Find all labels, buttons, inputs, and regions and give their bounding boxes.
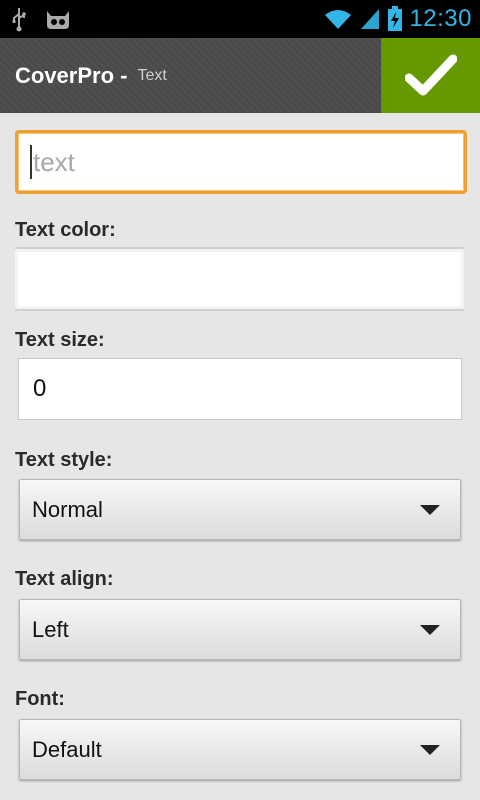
checkmark-icon bbox=[404, 54, 457, 95]
wifi-icon bbox=[325, 10, 352, 29]
confirm-button[interactable] bbox=[381, 38, 480, 113]
dropdown-arrow-icon bbox=[420, 625, 440, 635]
text-field[interactable]: text bbox=[15, 130, 467, 194]
signal-icon bbox=[361, 9, 380, 29]
screen-subtitle: Text bbox=[137, 66, 167, 84]
text-align-dropdown[interactable]: Left bbox=[19, 599, 461, 660]
usb-icon bbox=[12, 8, 26, 32]
text-cursor bbox=[30, 145, 32, 179]
text-placeholder: text bbox=[33, 146, 75, 177]
text-color-label: Text color: bbox=[15, 219, 116, 241]
dropdown-arrow-icon bbox=[420, 745, 440, 755]
dropdown-arrow-icon bbox=[420, 505, 440, 515]
text-style-dropdown[interactable]: Normal bbox=[19, 479, 461, 540]
status-bar: 12:30 bbox=[0, 0, 480, 38]
clock: 12:30 bbox=[409, 5, 472, 32]
system-icons: 12:30 bbox=[323, 4, 472, 34]
font-value: Default bbox=[32, 736, 102, 762]
text-size-label: Text size: bbox=[15, 329, 105, 351]
text-input[interactable]: text bbox=[30, 133, 450, 191]
cyanogen-icon bbox=[47, 11, 69, 29]
text-align-label: Text align: bbox=[15, 568, 114, 590]
font-dropdown[interactable]: Default bbox=[19, 719, 461, 780]
text-align-value: Left bbox=[32, 616, 69, 642]
text-color-picker[interactable] bbox=[15, 247, 464, 311]
text-size-value: 0 bbox=[33, 375, 47, 402]
text-size-field[interactable]: 0 bbox=[18, 358, 462, 420]
text-style-value: Normal bbox=[32, 496, 103, 522]
font-label: Font: bbox=[15, 688, 65, 710]
battery-charging-icon bbox=[388, 6, 403, 31]
action-bar-title: CoverPro - Text bbox=[15, 38, 167, 113]
action-bar: CoverPro - Text bbox=[0, 38, 480, 113]
notification-icons bbox=[10, 6, 72, 32]
text-style-label: Text style: bbox=[15, 449, 113, 471]
app-name: CoverPro - bbox=[15, 62, 128, 88]
